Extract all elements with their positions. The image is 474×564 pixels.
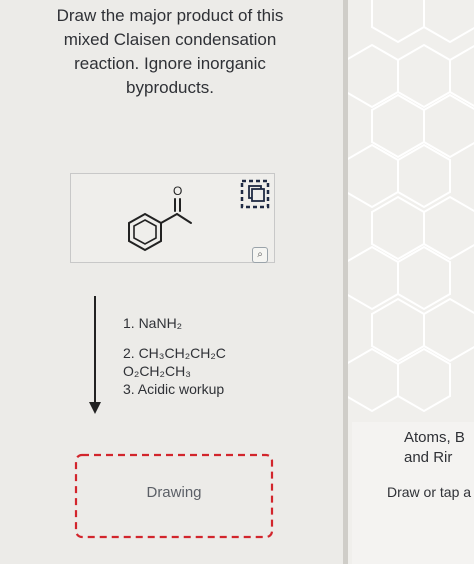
reaction-arrow-icon — [89, 296, 101, 414]
condition-step-2-line-1: 2. CH₃CH₂CH₂C — [123, 345, 226, 361]
oxygen-label: O — [173, 184, 182, 198]
drawing-label[interactable]: Drawing — [74, 484, 274, 501]
ring-carbonyl-bond — [160, 213, 178, 224]
benzene-inner-ring — [133, 219, 157, 245]
question-line-4: byproducts. — [126, 78, 214, 97]
reactant-structure-box: O ⌕ — [70, 173, 275, 263]
draw-or-tap-hint: Draw or tap a — [387, 484, 472, 500]
condition-step-1: 1. NaNH₂ — [123, 315, 183, 331]
condition-step-3: 3. Acidic workup — [123, 381, 225, 397]
atoms-bonds-rings-title: Atoms, B and Rir — [404, 428, 474, 468]
question-line-2: mixed Claisen condensation — [63, 30, 277, 49]
question-line-3: reaction. Ignore inorganic — [74, 54, 266, 73]
methyl-bond — [176, 213, 192, 224]
question-panel: Draw the major product of this mixed Cla… — [0, 0, 345, 564]
acetophenone-structure: O — [128, 184, 192, 252]
zoom-icon[interactable]: ⌕ — [252, 247, 268, 263]
copy-structure-icon[interactable] — [239, 178, 271, 210]
atoms-title-line-2: and Rir — [404, 449, 453, 466]
reaction-conditions: 1. NaNH₂ 2. CH₃CH₂CH₂C O₂CH₂CH₃ 3. Acidi… — [123, 314, 226, 398]
atoms-title-line-1: Atoms, B — [404, 429, 465, 446]
condition-step-2-line-2: O₂CH₂CH₃ — [123, 363, 191, 379]
question-text: Draw the major product of this mixed Cla… — [20, 4, 320, 100]
question-line-1: Draw the major product of this — [56, 6, 284, 25]
